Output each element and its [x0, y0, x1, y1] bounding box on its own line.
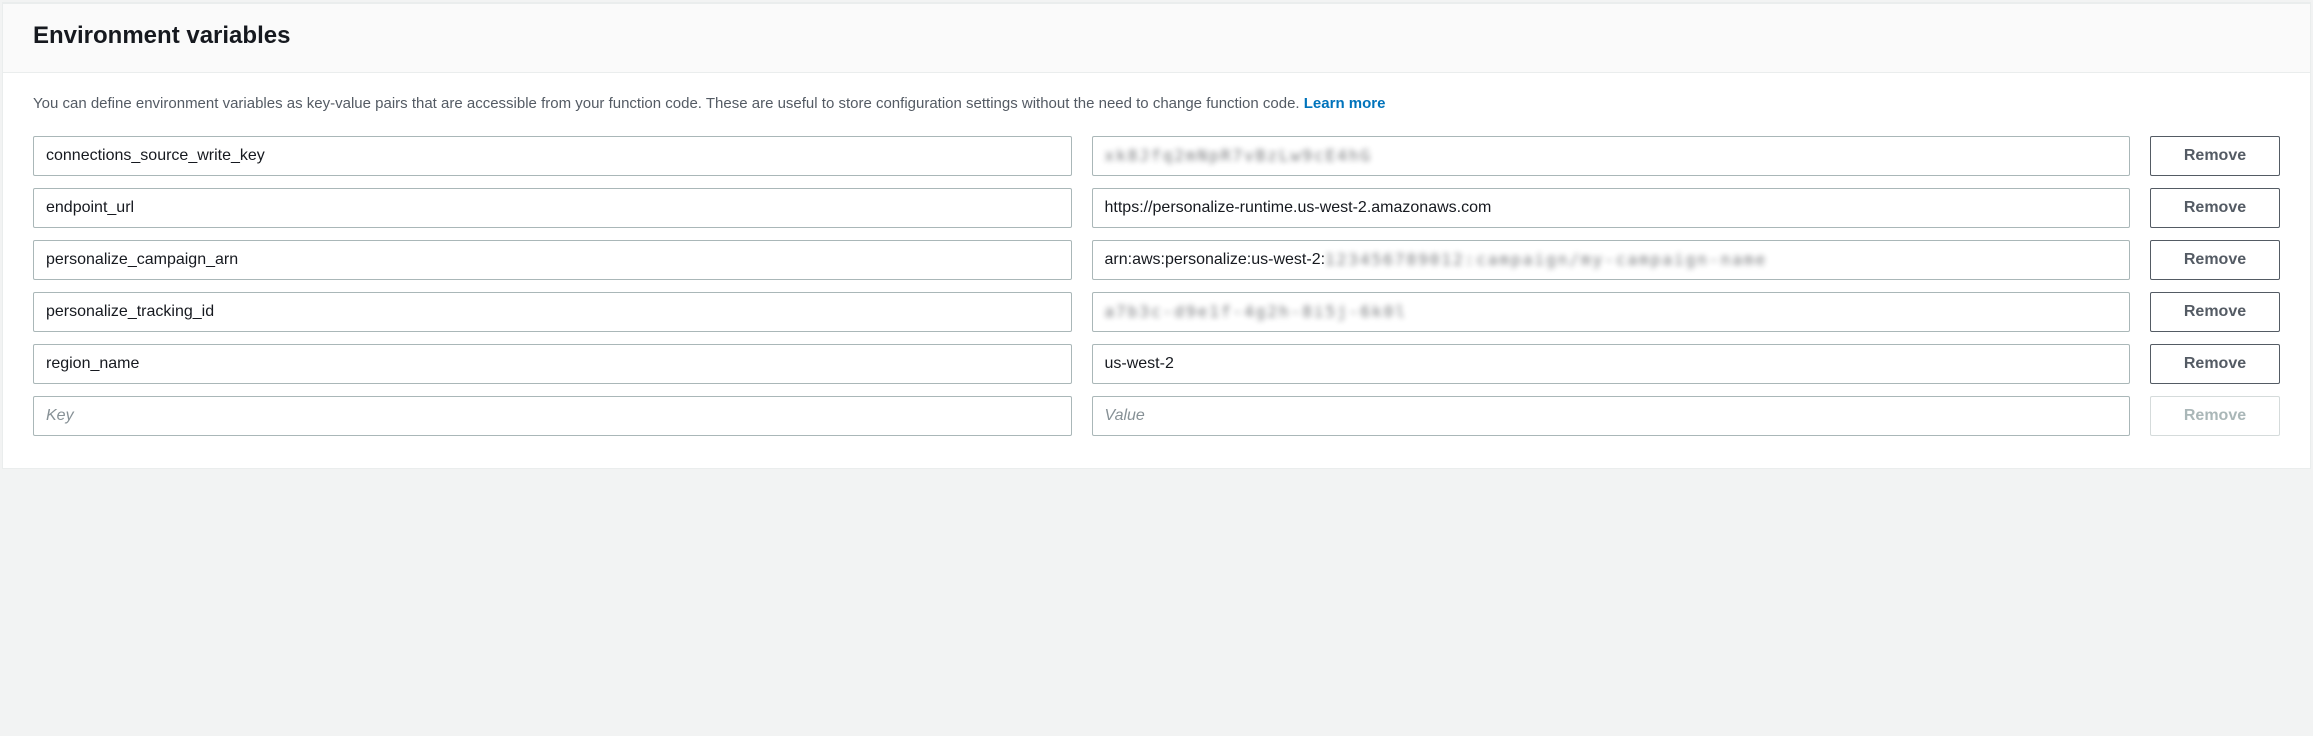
env-description: You can define environment variables as … [33, 93, 2280, 116]
obscured-text: a7b3c-d9e1f-4g2h-8i5j-6k0l [1105, 302, 1407, 321]
env-key-input[interactable] [33, 344, 1072, 384]
panel-title: Environment variables [33, 22, 2280, 50]
env-var-row-empty: Remove [33, 396, 2280, 436]
env-key-input[interactable] [33, 292, 1072, 332]
env-key-input[interactable] [33, 240, 1072, 280]
env-key-input[interactable] [33, 188, 1072, 228]
remove-button-disabled: Remove [2150, 396, 2280, 436]
partial-visible-text: arn:aws:personalize:us-west-2: [1105, 251, 1326, 269]
env-value-input-obscured[interactable]: xk8Jfq2mNpR7vBzLw9cE4hG [1092, 136, 2131, 176]
env-key-input-empty[interactable] [33, 396, 1072, 436]
env-value-input-partial[interactable]: arn:aws:personalize:us-west-2:1234567890… [1092, 240, 2131, 280]
obscured-text: xk8Jfq2mNpR7vBzLw9cE4hG [1105, 146, 1373, 165]
env-var-row: arn:aws:personalize:us-west-2:1234567890… [33, 240, 2280, 280]
description-text: You can define environment variables as … [33, 95, 1304, 112]
remove-button[interactable]: Remove [2150, 240, 2280, 280]
env-var-row: Remove [33, 188, 2280, 228]
env-value-input-empty[interactable] [1092, 396, 2131, 436]
remove-button[interactable]: Remove [2150, 344, 2280, 384]
remove-button[interactable]: Remove [2150, 136, 2280, 176]
env-value-input-obscured[interactable]: a7b3c-d9e1f-4g2h-8i5j-6k0l [1092, 292, 2131, 332]
env-key-input[interactable] [33, 136, 1072, 176]
env-var-row: Remove [33, 344, 2280, 384]
obscured-text: 123456789012:campaign/my-campaign-name [1325, 250, 1767, 269]
remove-button[interactable]: Remove [2150, 292, 2280, 332]
env-var-row: xk8Jfq2mNpR7vBzLw9cE4hG Remove [33, 136, 2280, 176]
env-value-input[interactable] [1092, 188, 2131, 228]
env-var-row: a7b3c-d9e1f-4g2h-8i5j-6k0l Remove [33, 292, 2280, 332]
env-value-input[interactable] [1092, 344, 2131, 384]
learn-more-link[interactable]: Learn more [1304, 95, 1386, 112]
remove-button[interactable]: Remove [2150, 188, 2280, 228]
